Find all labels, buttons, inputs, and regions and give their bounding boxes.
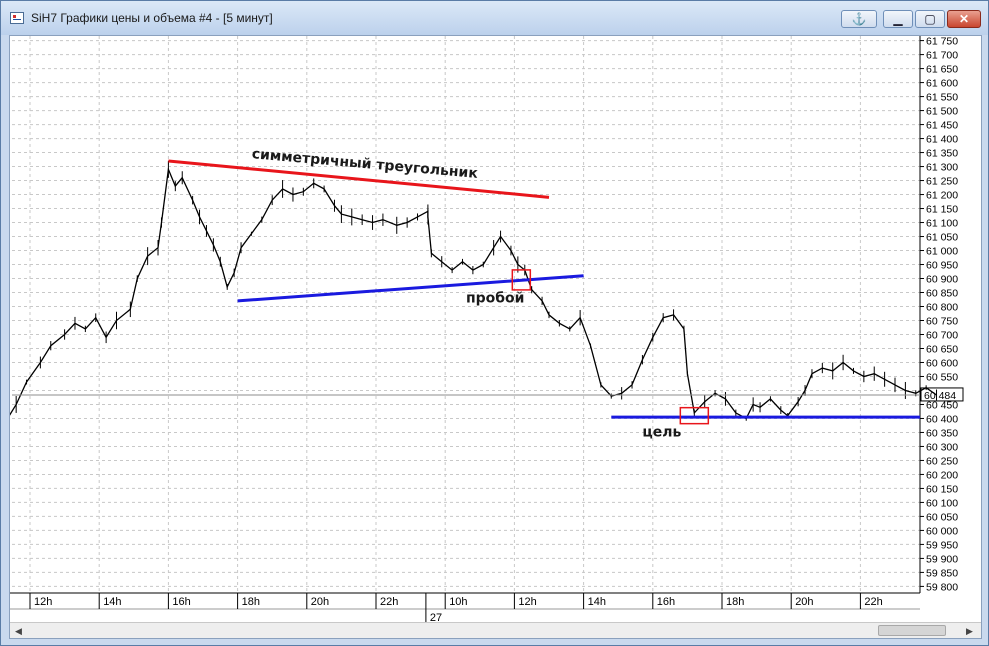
time-tick-label: 14h [103,596,121,608]
price-tick-label: 61 000 [926,246,958,258]
price-tick-label: 60 750 [926,315,958,327]
chart-grid [12,36,920,593]
price-axis: 61 750 61 700 61 650 61 600 61 550 61 500 61 4… [919,36,981,622]
window-title: SiH7 Графики цены и объема #4 - [5 минут… [31,11,273,25]
date-label: 27 [430,612,442,622]
horizontal-scrollbar[interactable]: ◀ ▶ [10,622,981,638]
price-tick-label: 61 050 [926,232,958,244]
target-annotation: цель [642,425,681,441]
restore-button[interactable]: ▢ [915,10,945,28]
restore-icon: ▢ [924,12,936,26]
price-tick-label: 61 250 [926,176,958,188]
time-tick-label: 14h [588,596,606,608]
close-button[interactable]: ✕ [947,10,981,28]
close-icon: ✕ [958,12,970,26]
price-tick-label: 60 650 [926,343,958,355]
time-tick-label: 20h [311,596,329,608]
minimize-icon: ▁ [893,12,903,26]
chart-window-icon [10,12,24,24]
current-price-label: 60 484 [924,390,956,402]
title-bar[interactable]: SiH7 Графики цены и объема #4 - [5 минут… [1,1,988,35]
chart-window: SiH7 Графики цены и объема #4 - [5 минут… [0,0,989,646]
price-tick-label: 61 450 [926,120,958,132]
price-tick-label: 60 900 [926,274,958,286]
time-tick-label: 22h [380,596,398,608]
minimize-button[interactable]: ▁ [883,10,913,28]
price-tick-label: 61 700 [926,50,958,62]
time-axis: 12h 14h 16h 18h 20h 22h 10h 12h 14h 16h 18h 20h 22h 2… [10,592,920,622]
time-tick-label: 10h [449,596,467,608]
price-tick-label: 60 550 [926,371,958,383]
time-tick-label: 18h [242,596,260,608]
price-tick-label: 61 350 [926,148,958,160]
price-tick-label: 61 200 [926,190,958,202]
breakout-annotation: пробой [466,290,525,306]
time-tick-label: 12h [34,596,52,608]
price-tick-label: 60 700 [926,329,958,341]
price-tick-label: 60 400 [926,413,958,425]
price-tick-label: 60 300 [926,441,958,453]
price-tick-label: 60 050 [926,511,958,523]
chart-area[interactable]: 61 750 61 700 61 650 61 600 61 550 61 500 61 4… [9,35,982,639]
pin-button[interactable]: ⚓ [841,10,877,28]
price-tick-label: 61 500 [926,106,958,118]
price-tick-label: 60 000 [926,525,958,537]
price-tick-label: 61 300 [926,162,958,174]
time-tick-label: 12h [518,596,536,608]
price-tick-label: 60 600 [926,357,958,369]
price-tick-label: 61 650 [926,64,958,76]
price-tick-label: 59 800 [926,581,958,593]
price-tick-label: 61 550 [926,92,958,104]
anchor-icon: ⚓ [851,12,867,26]
price-tick-label: 61 150 [926,204,958,216]
time-tick-label: 20h [795,596,813,608]
time-tick-label: 16h [657,596,675,608]
price-tick-label: 59 850 [926,567,958,579]
price-tick-label: 60 100 [926,497,958,509]
price-tick-label: 61 600 [926,78,958,90]
scroll-right-arrow-icon[interactable]: ▶ [962,624,977,638]
scroll-left-arrow-icon[interactable]: ◀ [11,624,26,638]
time-tick-label: 16h [172,596,190,608]
price-tick-label: 60 350 [926,427,958,439]
time-tick-label: 18h [726,596,744,608]
price-tick-label: 60 150 [926,483,958,495]
price-tick-label: 59 900 [926,553,958,565]
price-tick-label: 60 250 [926,455,958,467]
price-tick-label: 61 100 [926,218,958,230]
time-tick-label: 22h [864,596,882,608]
price-tick-label: 60 200 [926,469,958,481]
price-tick-label: 60 850 [926,288,958,300]
price-tick-label: 61 750 [926,36,958,48]
price-tick-label: 59 950 [926,539,958,551]
scrollbar-thumb[interactable] [878,625,946,636]
price-chart[interactable]: 61 750 61 700 61 650 61 600 61 550 61 500 61 4… [10,36,981,622]
price-tick-label: 60 950 [926,260,958,272]
price-tick-label: 61 400 [926,134,958,146]
price-tick-label: 60 800 [926,302,958,314]
